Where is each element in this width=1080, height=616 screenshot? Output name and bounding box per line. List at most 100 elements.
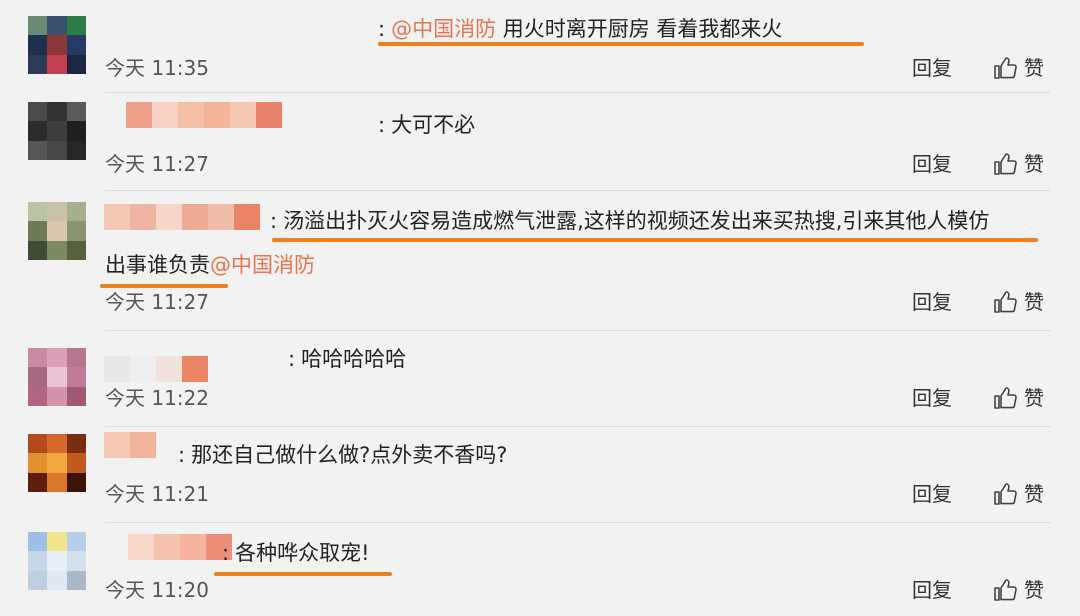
- timestamp: 今天 11:27: [105, 290, 209, 314]
- avatar-pixel: [66, 102, 86, 122]
- thumbs-up-icon: [992, 481, 1018, 507]
- avatar-pixel: [47, 453, 67, 473]
- avatar[interactable]: [28, 16, 86, 74]
- highlight-underline: [272, 238, 1038, 242]
- like-label: 赞: [1024, 152, 1044, 176]
- comment-text-line2: 出事谁负责@中国消防: [105, 250, 315, 280]
- like-label: 赞: [1024, 386, 1044, 410]
- thumbs-up-icon: [992, 385, 1018, 411]
- comment-text: : 那还自己做什么做?点外卖不香吗?: [178, 440, 507, 470]
- reply-button[interactable]: 回复: [912, 386, 952, 410]
- comment-text: : @中国消防 用火时离开厨房 看着我都来火: [378, 14, 782, 44]
- avatar-pixel: [66, 472, 86, 492]
- avatar-pixel: [47, 16, 67, 36]
- avatar[interactable]: [28, 532, 86, 590]
- avatar[interactable]: [28, 434, 86, 492]
- comment-text-segment: 出事谁负责: [105, 253, 210, 277]
- username-blurred[interactable]: [104, 204, 260, 230]
- divider: [105, 190, 1050, 191]
- blur-block: [182, 204, 208, 230]
- avatar-pixel: [66, 453, 86, 473]
- timestamp: 今天 11:21: [105, 482, 209, 506]
- mention-link[interactable]: @中国消防: [210, 253, 315, 277]
- avatar-pixel: [28, 532, 48, 552]
- timestamp: 今天 11:27: [105, 152, 209, 176]
- username-blurred[interactable]: [104, 432, 156, 458]
- blur-block: [130, 432, 156, 458]
- blur-block: [104, 432, 130, 458]
- colon: :: [378, 113, 386, 137]
- timestamp: 今天 11:20: [105, 578, 209, 602]
- avatar-pixel: [66, 570, 86, 590]
- avatar-pixel: [28, 367, 48, 387]
- reply-button[interactable]: 回复: [912, 482, 952, 506]
- like-label: 赞: [1024, 290, 1044, 314]
- avatar-pixel: [47, 221, 67, 241]
- reply-button[interactable]: 回复: [912, 152, 952, 176]
- blur-block: [230, 102, 256, 128]
- avatar-pixel: [28, 140, 48, 160]
- reply-button[interactable]: 回复: [912, 578, 952, 602]
- avatar[interactable]: [28, 348, 86, 406]
- avatar-pixel: [28, 551, 48, 571]
- avatar-pixel: [47, 532, 67, 552]
- divider: [105, 522, 1050, 523]
- avatar[interactable]: [28, 102, 86, 160]
- reply-button[interactable]: 回复: [912, 56, 952, 80]
- avatar-pixel: [47, 386, 67, 406]
- avatar-pixel: [66, 54, 86, 74]
- mention-link[interactable]: @中国消防: [391, 17, 496, 41]
- blur-block: [126, 102, 152, 128]
- like-button[interactable]: 赞: [992, 385, 1044, 411]
- avatar-pixel: [47, 434, 67, 454]
- avatar-pixel: [47, 551, 67, 571]
- avatar-pixel: [66, 221, 86, 241]
- colon: :: [378, 17, 386, 41]
- blur-block: [182, 356, 208, 382]
- blur-block: [152, 102, 178, 128]
- avatar-pixel: [28, 348, 48, 368]
- blur-block: [178, 102, 204, 128]
- blur-block: [180, 534, 206, 560]
- avatar-pixel: [28, 35, 48, 55]
- avatar-pixel: [28, 386, 48, 406]
- avatar-pixel: [28, 240, 48, 260]
- comment-text-segment: 哈哈哈哈哈: [301, 347, 407, 371]
- timestamp: 今天 11:35: [105, 56, 209, 80]
- avatar-pixel: [66, 35, 86, 55]
- comment-text-segment: 汤溢出扑灭火容易造成燃气泄露,这样的视频还发出来买热搜,引来其他人模仿: [283, 209, 990, 233]
- avatar-pixel: [47, 202, 67, 222]
- username-blurred[interactable]: [104, 356, 208, 382]
- thumbs-up-icon: [992, 289, 1018, 315]
- blur-block: [104, 356, 130, 382]
- avatar-pixel: [66, 16, 86, 36]
- colon: :: [222, 541, 230, 565]
- blur-block: [130, 204, 156, 230]
- avatar-pixel: [66, 434, 86, 454]
- like-button[interactable]: 赞: [992, 151, 1044, 177]
- avatar-pixel: [47, 54, 67, 74]
- comment-text-segment: 大可不必: [391, 113, 476, 137]
- avatar-pixel: [28, 121, 48, 141]
- avatar-pixel: [47, 35, 67, 55]
- avatar-pixel: [28, 453, 48, 473]
- colon: :: [270, 209, 278, 233]
- highlight-underline: [100, 284, 228, 288]
- like-button[interactable]: 赞: [992, 481, 1044, 507]
- comment-text-segment: 各种哗众取宠!: [235, 541, 370, 565]
- avatar[interactable]: [28, 202, 86, 260]
- comment-text: : 各种哗众取宠!: [222, 538, 370, 568]
- username-blurred[interactable]: [126, 102, 282, 128]
- like-label: 赞: [1024, 578, 1044, 602]
- highlight-underline: [214, 572, 392, 576]
- like-button[interactable]: 赞: [992, 577, 1044, 603]
- like-button[interactable]: 赞: [992, 55, 1044, 81]
- avatar-pixel: [66, 240, 86, 260]
- avatar-pixel: [66, 140, 86, 160]
- comment-text: : 哈哈哈哈哈: [288, 344, 406, 374]
- thumbs-up-icon: [992, 151, 1018, 177]
- reply-button[interactable]: 回复: [912, 290, 952, 314]
- avatar-pixel: [66, 202, 86, 222]
- username-blurred[interactable]: [128, 534, 232, 560]
- like-button[interactable]: 赞: [992, 289, 1044, 315]
